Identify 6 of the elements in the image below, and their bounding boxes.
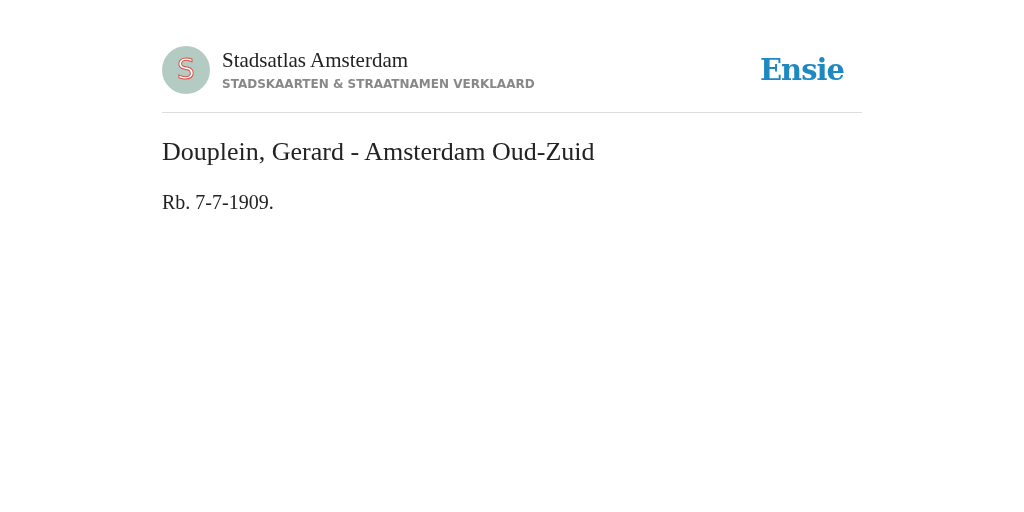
tagline: STADSKAARTEN & STRAATNAMEN VERKLAARD: [222, 76, 535, 91]
article-title: Douplein, Gerard - Amsterdam Oud-Zuid: [162, 137, 596, 167]
logo-badge: S: [162, 46, 210, 94]
site-title[interactable]: Stadsatlas Amsterdam: [222, 49, 535, 73]
brand-logo[interactable]: Ensie: [760, 53, 844, 87]
article-body: Rb. 7-7-1909.: [162, 191, 275, 214]
